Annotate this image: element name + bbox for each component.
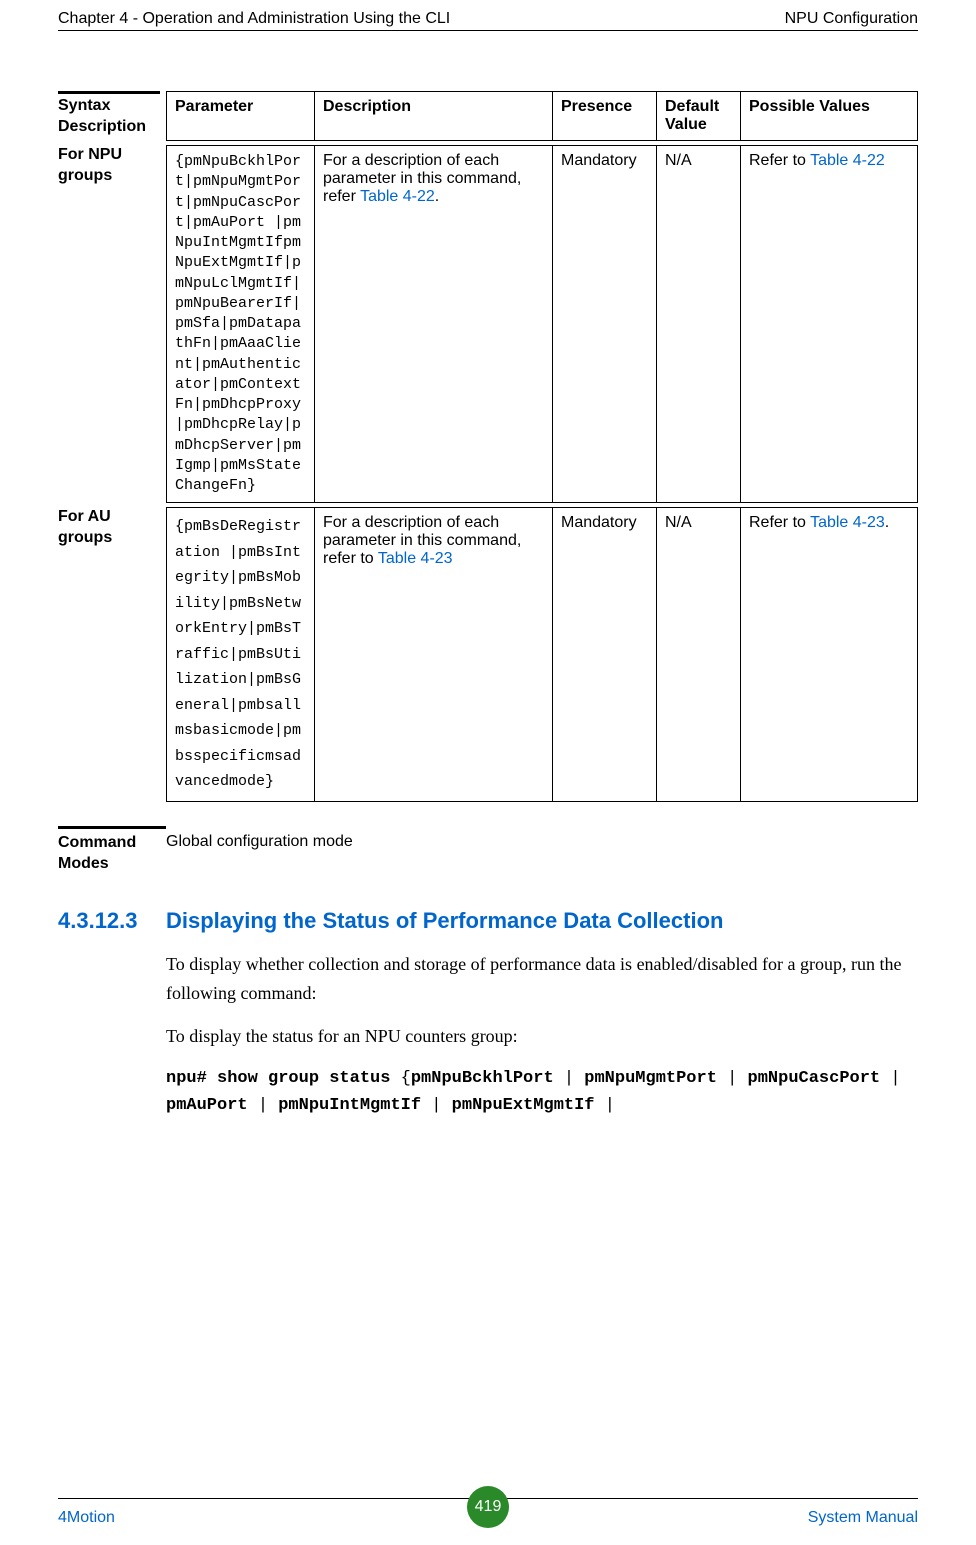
au-description-cell: For a description of each parameter in t… — [315, 508, 553, 802]
col-presence: Presence — [553, 92, 657, 141]
cmd-item-4: pmNpuIntMgmtIf — [278, 1096, 421, 1115]
table-row: {pmNpuBckhlPort|pmNpuMgmtPort|pmNpuCascP… — [167, 146, 918, 503]
link-table-4-22[interactable]: Table 4-22 — [360, 188, 435, 205]
syntax-description-label: Syntax Description — [58, 91, 166, 138]
command-line: npu# show group status {pmNpuBckhlPort |… — [166, 1065, 918, 1119]
cmd-item-0: pmNpuBckhlPort — [411, 1069, 554, 1088]
section-number: 4.3.12.3 — [58, 908, 166, 934]
au-default-cell: N/A — [657, 508, 741, 802]
cmd-item-5: pmNpuExtMgmtIf — [452, 1096, 595, 1115]
npu-default-cell: N/A — [657, 146, 741, 503]
col-default-value: Default Value — [657, 92, 741, 141]
page-footer: 4Motion 419 System Manual — [58, 1498, 918, 1527]
running-header-left: Chapter 4 - Operation and Administration… — [58, 10, 450, 28]
running-header-right: NPU Configuration — [785, 10, 918, 28]
command-modes-label: Command Modes — [58, 826, 166, 875]
au-possible-pre: Refer to — [749, 514, 810, 531]
for-au-groups-label: For AU groups — [58, 507, 166, 549]
table-header-row: Parameter Description Presence Default V… — [167, 92, 918, 141]
au-possible-cell: Refer to Table 4-23. — [741, 508, 918, 802]
npu-presence-cell: Mandatory — [553, 146, 657, 503]
col-possible-values: Possible Values — [741, 92, 918, 141]
link-table-4-23[interactable]: Table 4-23 — [378, 550, 453, 567]
parameter-table-npu: {pmNpuBckhlPort|pmNpuMgmtPort|pmNpuCascP… — [166, 145, 918, 503]
cmd-item-1: pmNpuMgmtPort — [584, 1069, 717, 1088]
npu-desc-post: . — [435, 188, 439, 205]
au-possible-post: . — [885, 514, 889, 531]
au-presence-cell: Mandatory — [553, 508, 657, 802]
command-modes-value: Global configuration mode — [166, 826, 918, 851]
cmd-sep-1: | — [717, 1069, 748, 1088]
cmd-sep-2: | — [880, 1069, 900, 1088]
col-parameter: Parameter — [167, 92, 315, 141]
page-number-badge: 419 — [467, 1486, 509, 1528]
link-table-4-22-b[interactable]: Table 4-22 — [810, 152, 885, 169]
npu-parameter-cell: {pmNpuBckhlPort|pmNpuMgmtPort|pmNpuCascP… — [167, 146, 315, 503]
npu-possible-pre: Refer to — [749, 152, 810, 169]
body-paragraph-2: To display the status for an NPU counter… — [166, 1022, 918, 1051]
footer-left: 4Motion — [58, 1509, 115, 1527]
section-heading: 4.3.12.3 Displaying the Status of Perfor… — [58, 908, 918, 934]
npu-possible-cell: Refer to Table 4-22 — [741, 146, 918, 503]
header-rule — [58, 30, 918, 31]
cmd-sep-0: | — [554, 1069, 585, 1088]
syntax-description-text: Syntax Description — [58, 97, 146, 135]
link-table-4-23-b[interactable]: Table 4-23 — [810, 514, 885, 531]
cmd-sep-3: | — [248, 1096, 279, 1115]
parameter-table-au: {pmBsDeRegistration |pmBsIntegrity|pmBsM… — [166, 507, 918, 802]
cmd-item-2: pmNpuCascPort — [748, 1069, 881, 1088]
for-npu-groups-label: For NPU groups — [58, 145, 166, 187]
body-paragraph-1: To display whether collection and storag… — [166, 950, 918, 1008]
cmd-prefix: npu# show group status — [166, 1069, 401, 1088]
cmd-item-3: pmAuPort — [166, 1096, 248, 1115]
au-parameter-cell: {pmBsDeRegistration |pmBsIntegrity|pmBsM… — [167, 508, 315, 802]
section-title: Displaying the Status of Performance Dat… — [166, 908, 723, 934]
table-row: {pmBsDeRegistration |pmBsIntegrity|pmBsM… — [167, 508, 918, 802]
col-description: Description — [315, 92, 553, 141]
cmd-brace: { — [401, 1069, 411, 1088]
cmd-trailing: | — [595, 1096, 615, 1115]
running-header: Chapter 4 - Operation and Administration… — [58, 0, 918, 28]
npu-description-cell: For a description of each parameter in t… — [315, 146, 553, 503]
parameter-table: Parameter Description Presence Default V… — [166, 91, 918, 141]
footer-right: System Manual — [808, 1509, 918, 1527]
cmd-sep-4: | — [421, 1096, 452, 1115]
